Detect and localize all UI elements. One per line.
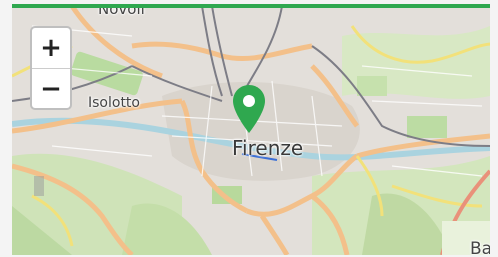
zoom-control: + − — [30, 26, 72, 110]
city-label: Firenze — [232, 136, 304, 160]
place-label-bagno: Bag — [470, 239, 490, 255]
zoom-in-button[interactable]: + — [32, 28, 70, 69]
map-frame: Novoli Isolotto Firenze Bag + − — [0, 0, 498, 257]
zoom-out-button[interactable]: − — [32, 69, 70, 108]
map-pin-icon[interactable] — [232, 84, 266, 134]
place-label-isolotto: Isolotto — [88, 95, 140, 111]
top-accent-bar — [12, 4, 490, 8]
